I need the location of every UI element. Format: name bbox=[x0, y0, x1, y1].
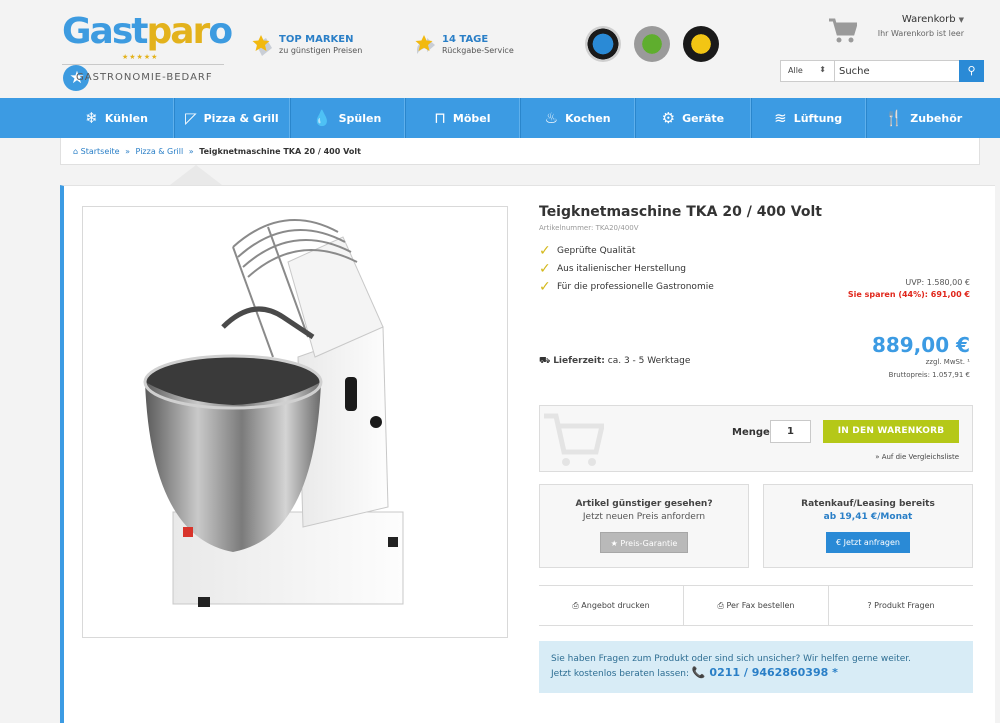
air-waves-icon: ≋ bbox=[774, 109, 787, 127]
site-header: Gastparo★ ★★★★★ GASTRONOMIE-BEDARF TOP M… bbox=[0, 0, 1000, 95]
print-offer-link[interactable]: ⎙ Angebot drucken bbox=[539, 586, 684, 625]
usp-title: TOP MARKEN bbox=[279, 34, 354, 45]
price-guarantee-box: Artikel günstiger gesehen? Jetzt neuen P… bbox=[539, 484, 749, 568]
gear-icon: ⚙ bbox=[661, 109, 676, 127]
secure-shopping-seal-icon[interactable] bbox=[683, 26, 719, 62]
product-question-link[interactable]: ? Produkt Fragen bbox=[829, 586, 973, 625]
price-guarantee-button[interactable]: ★ Preis-Garantie bbox=[599, 532, 689, 553]
nav-item-kochen[interactable]: ♨ Kochen bbox=[520, 98, 636, 138]
product-actions: ⎙ Angebot drucken ⎙ Per Fax bestellen ? … bbox=[539, 585, 973, 626]
cart-title: Warenkorb ▼ bbox=[901, 14, 964, 25]
help-box: Sie haben Fragen zum Produkt oder sind s… bbox=[539, 641, 973, 693]
cutlery-icon: 🍴 bbox=[884, 109, 904, 127]
price-guarantee-subtitle: Jetzt neuen Preis anfordern bbox=[582, 512, 706, 522]
search-button[interactable]: ⚲ bbox=[959, 60, 984, 82]
usp-subtitle: Rückgabe-Service bbox=[442, 46, 514, 55]
nav-item-spuelen[interactable]: 💧 Spülen bbox=[289, 98, 405, 138]
quantity-input[interactable] bbox=[770, 420, 811, 443]
vat-note: zzgl. MwSt. ¹ bbox=[925, 358, 970, 366]
nav-item-zubehoer[interactable]: 🍴 Zubehör bbox=[865, 98, 980, 138]
search-bar: Alle⬍ ⚲ bbox=[780, 60, 984, 82]
help-contact: Jetzt kostenlos beraten lassen: 📞 0211 /… bbox=[551, 666, 838, 679]
breadcrumb-current: Teigknetmaschine TKA 20 / 400 Volt bbox=[199, 147, 361, 156]
fax-order-link[interactable]: ⎙ Per Fax bestellen bbox=[684, 586, 829, 625]
logo-divider bbox=[62, 64, 224, 65]
breadcrumb-separator: » bbox=[188, 147, 194, 156]
search-category-select[interactable]: Alle ⬍ bbox=[781, 61, 835, 81]
nav-item-geraete[interactable]: ⚙ Geräte bbox=[635, 98, 751, 138]
add-to-cart-button[interactable]: IN DEN WARENKORB bbox=[823, 420, 959, 443]
delivery-time: ⛟ Lieferzeit: ca. 3 - 5 Werktage bbox=[539, 356, 691, 366]
breadcrumb: ⌂ Startseite » Pizza & Grill » Teigknetm… bbox=[60, 138, 980, 165]
decorative-triangle bbox=[170, 165, 222, 185]
trusted-shops-seal-icon[interactable] bbox=[585, 26, 621, 62]
leasing-rate: ab 19,41 €/Monat bbox=[823, 512, 913, 522]
leasing-request-button[interactable]: € Jetzt anfragen bbox=[826, 532, 910, 553]
home-icon[interactable]: ⌂ bbox=[73, 147, 81, 156]
water-drop-icon: 💧 bbox=[312, 109, 332, 127]
usp-top-brands: TOP MARKEN zu günstigen Preisen bbox=[252, 34, 382, 64]
header-cart[interactable]: Warenkorb ▼ Ihr Warenkorb ist leer bbox=[829, 14, 964, 54]
logo-stars: ★★★★★ bbox=[122, 53, 159, 61]
leasing-box: Ratenkauf/Leasing bereits ab 19,41 €/Mon… bbox=[763, 484, 973, 568]
breadcrumb-home[interactable]: Startseite bbox=[81, 147, 120, 156]
usp-subtitle: zu günstigen Preisen bbox=[279, 46, 363, 55]
return-star-icon bbox=[415, 35, 435, 54]
leasing-title: Ratenkauf/Leasing bereits bbox=[801, 499, 935, 509]
shopping-cart-watermark-icon bbox=[544, 413, 604, 466]
shopping-cart-icon bbox=[829, 18, 857, 43]
nav-item-lueftung[interactable]: ≋ Lüftung bbox=[750, 98, 866, 138]
cart-status: Ihr Warenkorb ist leer bbox=[877, 29, 964, 38]
product-panel: Teigknetmaschine TKA 20 / 400 Volt Artik… bbox=[60, 185, 995, 723]
checkmark-icon: ✓ bbox=[539, 279, 551, 295]
pizza-icon: ◸ bbox=[185, 109, 197, 127]
compare-link[interactable]: » Auf die Vergleichsliste bbox=[875, 453, 959, 461]
product-price: 889,00 € bbox=[871, 333, 970, 357]
chevron-down-icon: ▼ bbox=[958, 16, 964, 24]
usp-return-service: 14 TAGE Rückgabe-Service bbox=[415, 34, 545, 64]
gastparo-logo[interactable]: Gastparo★ ★★★★★ GASTRONOMIE-BEDARF bbox=[62, 10, 233, 91]
buy-box: Menge IN DEN WARENKORB » Auf die Verglei… bbox=[539, 405, 973, 472]
savings-text: Sie sparen (44%): 691,00 € bbox=[847, 290, 970, 299]
dough-mixer-image bbox=[143, 219, 404, 607]
product-image[interactable] bbox=[82, 206, 508, 638]
table-icon: ⊓ bbox=[434, 109, 446, 127]
feature-item: ✓ Aus italienischer Herstellung bbox=[539, 261, 687, 277]
feature-item: ✓ Geprüfte Qualität bbox=[539, 243, 636, 259]
uvp-price: UVP: 1.580,00 € bbox=[905, 278, 970, 287]
search-icon: ⚲ bbox=[967, 64, 976, 77]
feature-item: ✓ Für die professionelle Gastronomie bbox=[539, 279, 714, 295]
breadcrumb-separator: » bbox=[125, 147, 130, 156]
price-tag-star-icon bbox=[252, 35, 272, 56]
search-input[interactable] bbox=[839, 63, 951, 79]
select-arrows-icon: ⬍ bbox=[819, 65, 826, 74]
product-sku: Artikelnummer: TKA20/400V bbox=[539, 224, 639, 232]
nav-item-pizza-grill[interactable]: ◸ Pizza & Grill bbox=[174, 98, 290, 138]
breadcrumb-category[interactable]: Pizza & Grill bbox=[136, 147, 184, 156]
quality-seal-icon[interactable] bbox=[634, 26, 670, 62]
quantity-label: Menge bbox=[732, 427, 770, 438]
usp-title: 14 TAGE bbox=[442, 34, 489, 45]
nav-item-moebel[interactable]: ⊓ Möbel bbox=[404, 98, 520, 138]
help-text: Sie haben Fragen zum Produkt oder sind s… bbox=[551, 654, 912, 664]
main-navigation: ❄ Kühlen ◸ Pizza & Grill 💧 Spülen ⊓ Möbel ♨ K… bbox=[60, 98, 980, 138]
snowflake-icon: ❄ bbox=[85, 109, 98, 127]
cooking-pot-icon: ♨ bbox=[544, 109, 559, 127]
gross-price: Bruttopreis: 1.057,91 € bbox=[888, 371, 970, 379]
logo-subtitle: GASTRONOMIE-BEDARF bbox=[76, 72, 213, 83]
truck-icon: ⛟ bbox=[539, 356, 554, 366]
phone-number[interactable]: 📞 0211 / 9462860398 * bbox=[692, 666, 838, 679]
checkmark-icon: ✓ bbox=[539, 261, 551, 277]
checkmark-icon: ✓ bbox=[539, 243, 551, 259]
product-title: Teigknetmaschine TKA 20 / 400 Volt bbox=[539, 204, 822, 220]
price-guarantee-title: Artikel günstiger gesehen? bbox=[575, 499, 713, 509]
feature-list: ✓ Geprüfte Qualität ✓ Aus italienischer He… bbox=[539, 243, 714, 300]
nav-item-kuehlen[interactable]: ❄ Kühlen bbox=[60, 98, 175, 138]
